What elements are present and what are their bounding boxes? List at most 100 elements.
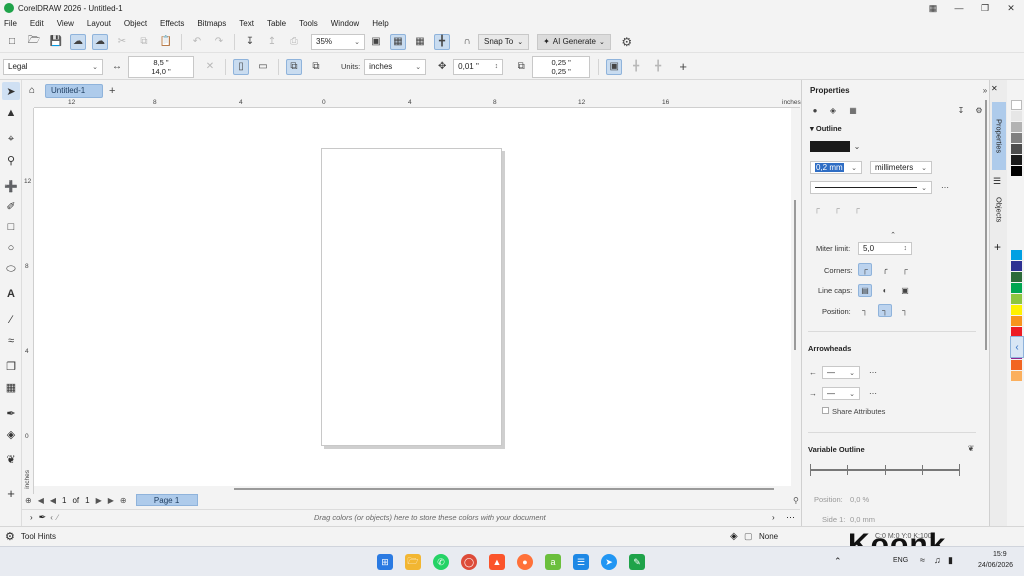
menu-text[interactable]: Text	[239, 19, 254, 28]
account-icon[interactable]: ▦	[920, 0, 946, 16]
settings-gear-icon[interactable]: ⚙	[5, 530, 15, 543]
zoom-level-combo[interactable]: 35% ⌄	[311, 33, 365, 50]
import-icon[interactable]: ↧	[242, 34, 258, 50]
collapse-up-icon[interactable]: ⌃	[886, 228, 900, 241]
smart-fill-tool-icon[interactable]: ❦	[2, 450, 20, 468]
redo-icon[interactable]: ↷	[211, 34, 227, 50]
minimize-button[interactable]: —	[946, 0, 972, 16]
snap-to-button[interactable]: Snap To ⌄	[478, 33, 530, 50]
dimension-tool-icon[interactable]: ∕	[2, 311, 20, 329]
duplicate-y-value[interactable]: 0,25 "	[552, 67, 571, 76]
docker-settings-icon[interactable]: ⚙	[972, 104, 986, 117]
nudge-distance-field[interactable]: 0,01 " ↕	[453, 58, 504, 75]
cloud-sync-icon[interactable]: ☁	[92, 33, 108, 50]
show-grid-icon[interactable]: ▦	[412, 34, 428, 50]
freehand-tool-icon[interactable]: ➕	[2, 177, 20, 195]
cut-icon[interactable]: ✂	[114, 34, 130, 50]
eyedropper-tool-icon[interactable]: ✒	[2, 404, 20, 422]
zoom-tool-icon[interactable]: ⚲	[2, 151, 20, 169]
menu-layout[interactable]: Layout	[87, 19, 111, 28]
battery-icon[interactable]: ▮	[948, 555, 953, 566]
ai-generate-button[interactable]: ✦ AI Generate ⌄	[537, 33, 611, 50]
color-swatch[interactable]	[1011, 283, 1022, 293]
menu-window[interactable]: Window	[331, 19, 359, 28]
copy-properties-icon[interactable]: ↧	[954, 104, 968, 117]
menu-edit[interactable]: Edit	[30, 19, 44, 28]
start-arrowhead-combo[interactable]: — ⌄	[822, 366, 860, 379]
color-swatch[interactable]	[1011, 294, 1022, 304]
clock-date[interactable]: 24/06/2026	[978, 562, 1013, 569]
export-icon[interactable]: ↥	[264, 34, 280, 50]
color-swatch[interactable]	[1011, 272, 1022, 282]
language-indicator[interactable]: ENG	[893, 557, 908, 564]
start-arrowhead-options-icon[interactable]: ⋯	[866, 366, 880, 379]
text-tool-icon[interactable]: A	[2, 285, 20, 303]
color-swatch[interactable]	[1011, 122, 1022, 132]
color-swatch[interactable]	[1011, 155, 1022, 165]
corner-round-icon[interactable]: ┌	[830, 202, 844, 215]
show-guidelines-icon[interactable]: ╋	[434, 33, 450, 50]
share-attributes-label[interactable]: Share Attributes	[832, 407, 885, 416]
fill-icon[interactable]: ◈	[826, 104, 840, 117]
page-dimensions-fields[interactable]: 8,5 " 14,0 "	[128, 55, 194, 78]
eyedropper-icon[interactable]: ✒	[39, 512, 47, 523]
bleed-icon[interactable]: ╋	[628, 59, 644, 75]
menu-view[interactable]: View	[57, 19, 74, 28]
docker-scrollbar[interactable]	[985, 100, 987, 350]
corner-miter-icon[interactable]: ┌	[810, 202, 824, 215]
drop-shadow-tool-icon[interactable]: ❐	[2, 357, 20, 375]
next-page-icon[interactable]: ▶	[96, 496, 102, 505]
tool-hints-label[interactable]: Tool Hints	[21, 532, 56, 541]
variable-outline-tool-icon[interactable]: ❦	[964, 442, 978, 455]
color-swatch[interactable]	[1011, 261, 1022, 271]
vertical-ruler[interactable]: 12 8 4 0 inches	[22, 108, 34, 494]
all-pages-icon[interactable]: ⧉	[286, 58, 302, 75]
palette-options-icon[interactable]: ⋯	[786, 512, 795, 523]
outline-width-field[interactable]: 0,2 mm ⌄	[810, 161, 862, 174]
close-docker-icon[interactable]: ✕	[991, 84, 998, 93]
document-palette[interactable]: › ✒ ‹ ∕ Drag colors (or objects) here to…	[22, 509, 800, 524]
previous-page-icon[interactable]: ◀	[50, 496, 56, 505]
chevron-down-icon[interactable]: ⌄	[850, 140, 864, 153]
undo-icon[interactable]: ↶	[189, 34, 205, 50]
end-arrowhead-options-icon[interactable]: ⋯	[866, 387, 880, 400]
color-swatch[interactable]	[1011, 100, 1022, 110]
color-palette[interactable]	[1009, 100, 1024, 540]
expand-panel-chevron-icon[interactable]: ‹	[1010, 336, 1024, 358]
color-swatch[interactable]	[1011, 144, 1022, 154]
add-page-before-icon[interactable]: ⊕	[25, 496, 32, 505]
snap-magnet-icon[interactable]: ∩	[459, 34, 475, 50]
paste-icon[interactable]: 📋	[158, 34, 174, 50]
units-combo[interactable]: inches ⌄	[364, 58, 427, 75]
menu-object[interactable]: Object	[124, 19, 147, 28]
landscape-orientation-icon[interactable]: ▭	[255, 59, 271, 75]
artistic-media-tool-icon[interactable]: ✐	[2, 197, 20, 215]
cap-butt-button[interactable]: ▤	[858, 284, 872, 297]
first-page-icon[interactable]: ◀	[38, 496, 44, 505]
document-page[interactable]	[321, 148, 502, 446]
add-docker-icon[interactable]: +	[994, 240, 1001, 254]
corner-bevel-button[interactable]: ┌	[898, 263, 912, 276]
new-tab-icon[interactable]: +	[109, 85, 115, 97]
cap-round-button[interactable]: ◐	[878, 284, 892, 297]
page-height-value[interactable]: 14,0 "	[151, 67, 170, 76]
horizontal-scrollbar[interactable]	[34, 486, 791, 493]
connector-tool-icon[interactable]: ≈	[2, 332, 20, 350]
color-swatch[interactable]	[1011, 371, 1022, 381]
horizontal-ruler[interactable]: 12 8 4 0 4 8 12 16	[34, 99, 800, 108]
treat-as-filled-icon[interactable]: ▣	[606, 58, 623, 75]
copy-icon[interactable]: ⧉	[136, 34, 152, 50]
tab-properties[interactable]: Properties	[992, 102, 1006, 170]
outline-color-swatch[interactable]	[810, 141, 850, 152]
page-size-combo[interactable]: Legal ⌄	[3, 58, 103, 75]
palette-menu-chevron-icon[interactable]: ›	[30, 513, 33, 522]
color-swatch[interactable]	[1011, 305, 1022, 315]
save-icon[interactable]: 💾	[48, 34, 64, 50]
rectangle-tool-icon[interactable]: □	[2, 218, 20, 236]
position-inside-button[interactable]: ┐	[898, 304, 912, 317]
menu-bitmaps[interactable]: Bitmaps	[197, 19, 226, 28]
tab-objects[interactable]: Objects	[992, 188, 1006, 232]
cap-square-button[interactable]: ▣	[898, 284, 912, 297]
outline-units-combo[interactable]: millimeters ⌄	[870, 161, 932, 174]
corner-miter-button[interactable]: ┌	[858, 263, 872, 276]
